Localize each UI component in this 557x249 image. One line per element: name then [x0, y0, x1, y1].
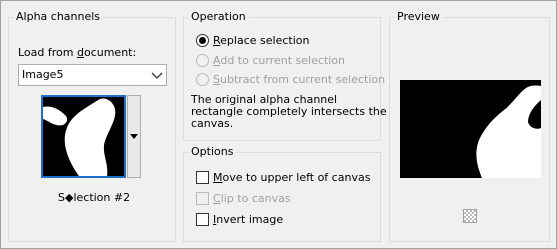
load-label-prefix: Load from [18, 46, 77, 59]
preview-image [400, 80, 541, 178]
document-select-value: Image5 [22, 68, 64, 81]
move-accel: M [213, 171, 223, 184]
subtract-accel: S [213, 73, 220, 86]
checkerboard-icon[interactable] [463, 209, 477, 223]
move-to-upper-left-label[interactable]: Move to upper left of canvas [213, 171, 370, 185]
invert-rest: nvert image [216, 213, 284, 226]
alpha-channels-title: Alpha channels [13, 10, 104, 24]
move-rest: ove to upper left of canvas [222, 171, 371, 184]
invert-image-checkbox[interactable] [196, 213, 209, 226]
info-line-3: canvas. [191, 117, 234, 130]
triangle-down-icon [130, 134, 138, 139]
add-to-selection-radio[interactable] [196, 54, 209, 67]
replace-selection-label[interactable]: Replace selection [213, 34, 309, 48]
add-to-selection-label[interactable]: Add to current selection [213, 54, 345, 68]
operation-title: Operation [188, 10, 249, 24]
clip-to-canvas-checkbox[interactable] [196, 192, 209, 205]
clip-to-canvas-label[interactable]: Clip to canvas [213, 192, 291, 206]
operation-info-text: The original alpha channel rectangle com… [191, 94, 387, 130]
selection-name-label: S◆lection #2 [58, 191, 131, 204]
load-label-accel: d [76, 46, 84, 59]
invert-image-label[interactable]: Invert image [213, 213, 283, 227]
subtract-from-selection-label[interactable]: Subtract from current selection [213, 73, 385, 87]
clip-accel: C [213, 192, 221, 205]
subtract-from-selection-radio[interactable] [196, 73, 209, 86]
load-from-document-label: Load from document: [18, 46, 136, 60]
document-select[interactable]: Image5 [18, 64, 167, 86]
load-label-suffix: ocument: [83, 46, 137, 59]
replace-rest: eplace selection [220, 34, 310, 47]
chevron-down-icon[interactable] [148, 65, 166, 85]
preview-title: Preview [394, 10, 443, 24]
clip-rest: lip to canvas [220, 192, 291, 205]
subtract-rest: ubtract from current selection [219, 73, 386, 86]
preview-shape-image [400, 80, 541, 178]
add-rest: dd to current selection [220, 54, 345, 67]
move-to-upper-left-checkbox[interactable] [196, 171, 209, 184]
alpha-channel-thumbnail[interactable] [41, 95, 126, 178]
radio-selected-dot [199, 37, 206, 44]
options-title: Options [188, 145, 237, 159]
thumbnail-dropdown-button[interactable] [127, 95, 141, 178]
alpha-shape-image [43, 97, 124, 176]
replace-selection-radio[interactable] [196, 34, 209, 47]
dialog-frame: Alpha channels Load from document: Image… [0, 0, 557, 249]
